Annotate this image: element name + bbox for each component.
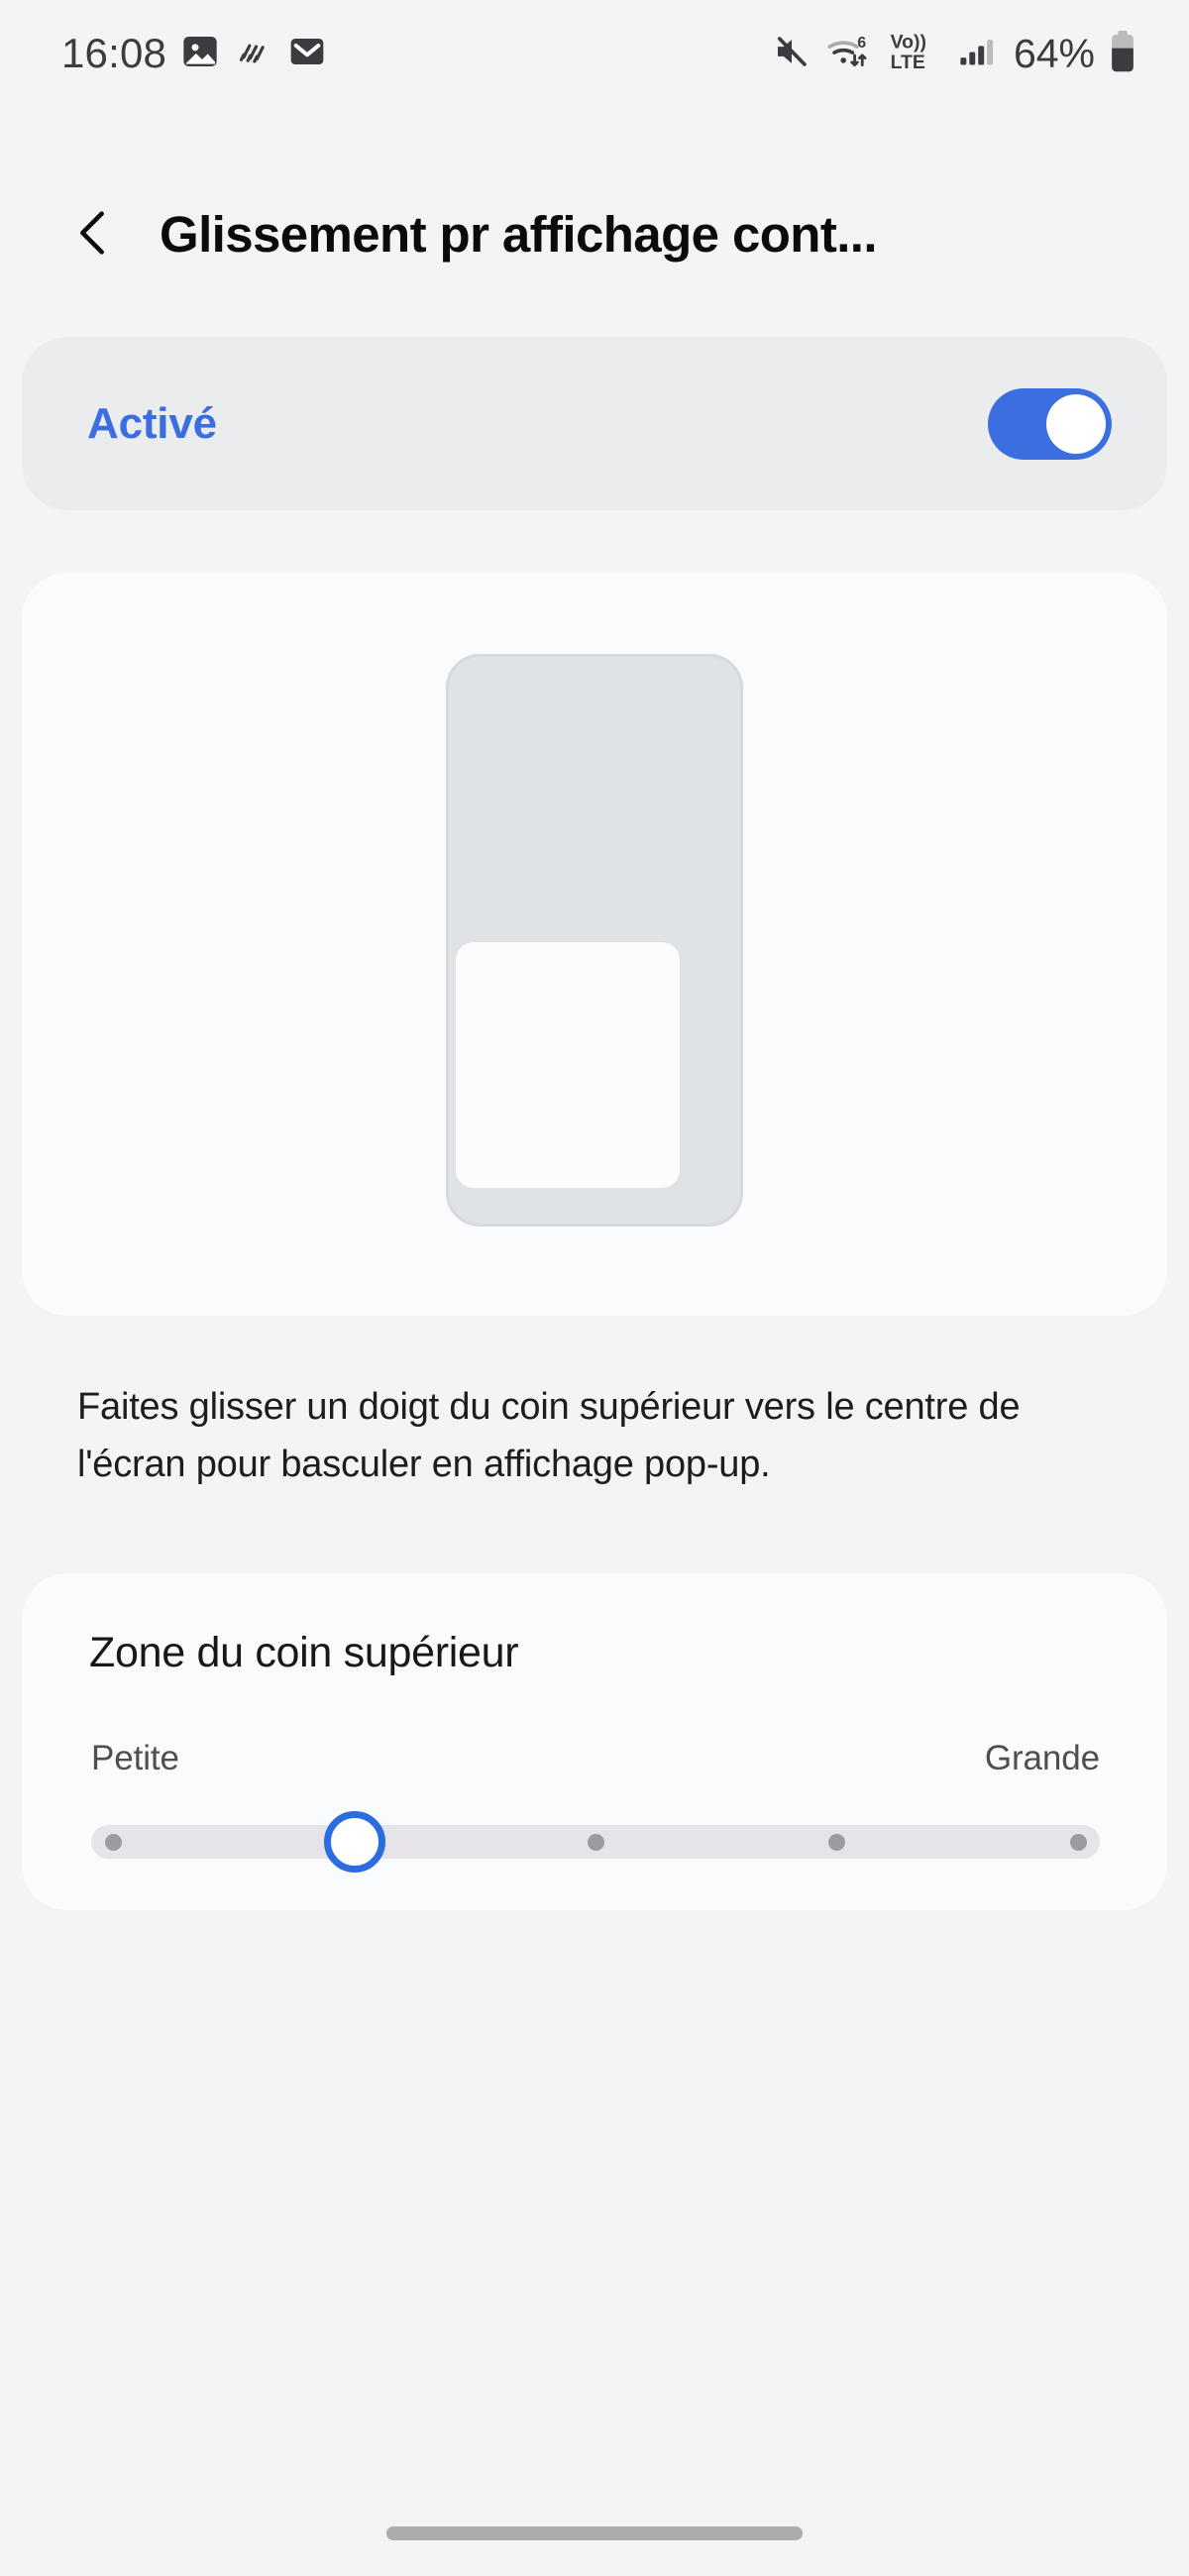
svg-text:6: 6: [857, 34, 866, 51]
corner-area-slider[interactable]: [91, 1811, 1100, 1873]
toggle-knob: [1046, 393, 1106, 454]
slider-max-label: Grande: [984, 1739, 1100, 1777]
feature-description: Faites glisser un doigt du coin supérieu…: [77, 1386, 1021, 1485]
rain-lines-icon: [234, 32, 273, 76]
slider-end-labels: Petite Grande: [91, 1739, 1100, 1778]
slider-tick: [1069, 1834, 1087, 1851]
corner-area-card: Zone du coin supérieur Petite Grande: [22, 1573, 1167, 1910]
image-icon: [180, 32, 220, 76]
battery-percent-label: 64%: [1013, 30, 1095, 76]
back-button[interactable]: [61, 203, 127, 268]
illustration-card: [22, 573, 1167, 1316]
mute-icon: [771, 31, 812, 77]
mail-icon: [287, 32, 327, 76]
slider-tick: [828, 1834, 845, 1851]
volte-icon: Vo)) LTE: [888, 30, 943, 78]
status-bar: 16:08 6 Vo)) LTE 64%: [0, 0, 1189, 107]
settings-screen: 16:08 6 Vo)) LTE 64% Glissement pr affic…: [0, 0, 1189, 2576]
status-bar-left: 16:08: [61, 32, 327, 76]
corner-area-heading: Zone du coin supérieur: [89, 1629, 519, 1676]
chevron-left-icon: [67, 206, 121, 265]
popup-window-shape: [456, 942, 680, 1188]
home-gesture-bar[interactable]: [386, 2526, 803, 2540]
svg-text:LTE: LTE: [891, 51, 925, 72]
master-switch-row[interactable]: Activé: [22, 337, 1167, 510]
slider-tick: [587, 1834, 604, 1851]
app-header: Glissement pr affichage cont...: [0, 173, 1189, 297]
status-bar-right: 6 Vo)) LTE 64%: [771, 30, 1137, 78]
svg-text:Vo)): Vo)): [891, 31, 926, 53]
master-switch-toggle[interactable]: [988, 387, 1112, 460]
wifi-6-icon: 6: [825, 31, 875, 77]
popup-view-phone-illustration: [446, 654, 743, 1227]
cellular-signal-icon: [956, 31, 998, 77]
page-title: Glissement pr affichage cont...: [160, 206, 878, 264]
slider-min-label: Petite: [91, 1739, 179, 1777]
status-clock: 16:08: [61, 30, 167, 76]
slider-tick: [104, 1834, 122, 1851]
slider-thumb[interactable]: [323, 1811, 385, 1873]
battery-icon: [1108, 30, 1137, 78]
master-switch-label: Activé: [87, 398, 217, 448]
